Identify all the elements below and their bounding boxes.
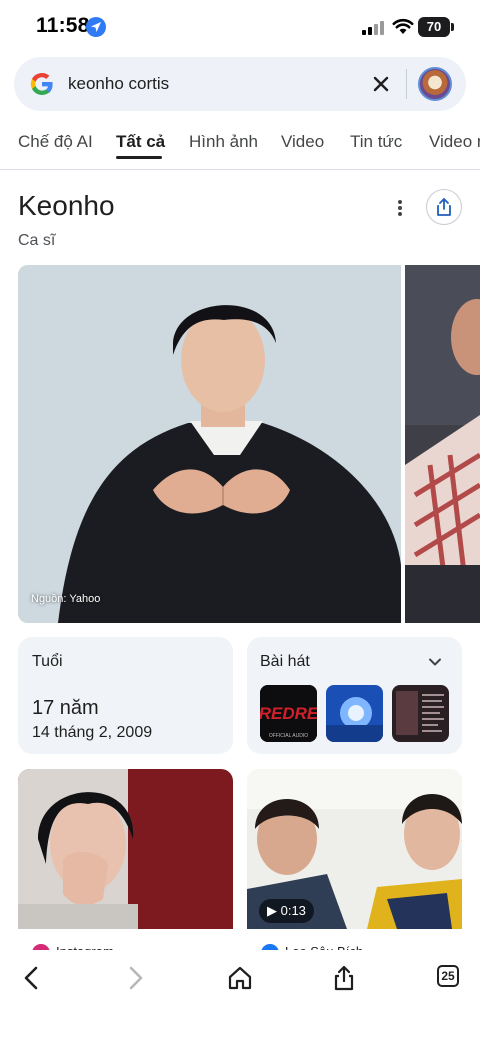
share-icon — [437, 198, 451, 216]
entity-subtitle: Ca sĩ — [18, 232, 56, 249]
tab-all[interactable]: Tất cả — [116, 132, 165, 152]
status-bar: 11:58 70 — [0, 0, 480, 54]
entity-main-photo[interactable]: Nguồn: Yahoo — [18, 265, 401, 623]
entity-title: Keonho — [18, 190, 115, 221]
result-image[interactable] — [18, 769, 233, 929]
bottom-toolbar: 25 — [0, 950, 480, 1039]
more-options-icon[interactable] — [390, 196, 410, 220]
status-time: 11:58 — [36, 14, 90, 37]
share-icon — [334, 965, 354, 991]
battery-tip — [451, 23, 454, 31]
age-card[interactable]: Tuổi 17 năm 14 tháng 2, 2009 — [18, 637, 233, 754]
age-label: Tuổi — [32, 653, 63, 670]
result-video[interactable]: ▶ 0:13 — [247, 769, 462, 929]
home-icon — [228, 966, 252, 990]
wifi-icon — [392, 17, 414, 40]
back-button[interactable] — [18, 964, 46, 992]
tab-images[interactable]: Hình ảnh — [189, 132, 258, 152]
age-value: 17 năm — [32, 697, 99, 719]
battery-indicator: 70 — [418, 17, 450, 37]
location-arrow-icon — [86, 17, 106, 37]
search-input[interactable]: keonho cortis — [68, 74, 169, 94]
cellular-signal-icon — [362, 20, 386, 35]
search-tabs: Chế độ AI Tất cả Hình ảnh Video Tin tức … — [0, 120, 480, 170]
song-thumb-subtitle: OFFICIAL AUDIO — [269, 733, 308, 739]
share-page-button[interactable] — [330, 964, 358, 992]
chevron-left-icon — [24, 966, 38, 990]
songs-label: Bài hát — [260, 653, 310, 670]
birth-date: 14 tháng 2, 2009 — [32, 724, 153, 741]
home-button[interactable] — [226, 964, 254, 992]
tab-videos[interactable]: Video — [281, 132, 324, 152]
video-duration: 0:13 — [280, 903, 306, 918]
tab-ai-mode[interactable]: Chế độ AI — [18, 132, 93, 152]
active-tab-indicator — [116, 156, 162, 159]
tab-news[interactable]: Tin tức — [350, 132, 402, 152]
tab-short-videos[interactable]: Video n — [429, 132, 480, 152]
google-logo-icon — [28, 70, 56, 98]
forward-button[interactable] — [121, 964, 149, 992]
chevron-down-icon[interactable] — [427, 654, 443, 670]
search-divider — [406, 69, 407, 99]
tabs-count-button[interactable]: 25 — [437, 965, 459, 987]
profile-avatar[interactable] — [418, 67, 452, 101]
song-thumbnail[interactable] — [392, 685, 449, 742]
entity-secondary-photo[interactable] — [405, 265, 480, 623]
video-duration-badge: ▶ 0:13 — [259, 899, 314, 923]
song-thumbnail[interactable] — [326, 685, 383, 742]
songs-card[interactable]: Bài hát REDRE OFFICIAL AUDIO — [247, 637, 462, 754]
song-thumbnail[interactable]: REDRE OFFICIAL AUDIO — [260, 685, 317, 742]
clear-search-icon[interactable] — [370, 73, 392, 95]
share-button[interactable] — [426, 189, 462, 225]
chevron-right-icon — [129, 966, 143, 990]
search-bar[interactable]: keonho cortis — [14, 57, 466, 111]
image-source-caption: Nguồn: Yahoo — [31, 593, 101, 605]
song-thumb-title: REDRE — [260, 704, 317, 723]
